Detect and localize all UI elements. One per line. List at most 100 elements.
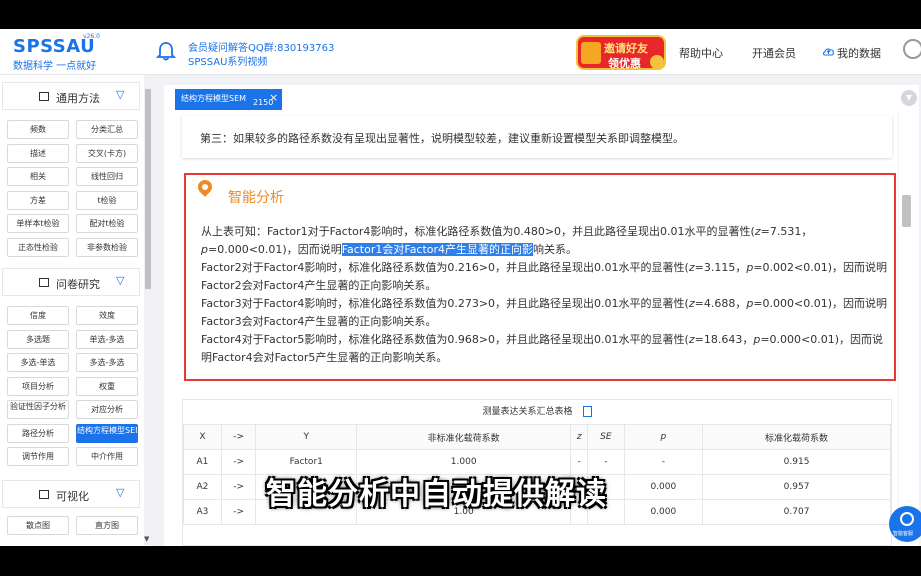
help-label: 智能客服 xyxy=(893,531,914,537)
analysis-paragraph-2: Factor2对于Factor4影响时，标准化路径系数值为0.216>0，并且此… xyxy=(201,261,888,292)
main-scrollbar[interactable] xyxy=(899,113,919,546)
table-cell: A1 xyxy=(183,449,222,475)
cloud-icon xyxy=(823,48,834,56)
sidebar-item-general-8[interactable]: 单样本t检验 xyxy=(7,214,69,233)
column-header: SE xyxy=(587,424,625,450)
sidebar-item-general-2[interactable]: 描述 xyxy=(7,143,69,163)
sidebar-item-questionnaire-6[interactable]: 项目分析 xyxy=(7,376,69,396)
bell-icon[interactable] xyxy=(155,40,177,62)
sidebar-item-questionnaire-5[interactable]: 多选-多选 xyxy=(76,353,138,372)
column-header: Y xyxy=(255,424,358,450)
sidebar-item-questionnaire-3[interactable]: 单选-多选 xyxy=(76,329,138,349)
table-cell: 0.707 xyxy=(702,499,891,525)
sidebar-item-general-4[interactable]: 相关 xyxy=(7,167,69,186)
copy-table-icon[interactable] xyxy=(582,406,592,417)
table-header-row: X -> Y 非标准化载荷系数 z SE p 标准化载荷系数 xyxy=(183,424,891,450)
video-caption: 智能分析中自动提供解读 xyxy=(266,477,607,512)
table-cell: -> xyxy=(220,474,257,500)
promo-line-2: 领优惠 xyxy=(608,57,641,70)
section-title: 可视化 xyxy=(56,490,89,503)
tab-label: 结构方程模型SEM xyxy=(181,94,247,103)
table-cell: - xyxy=(623,449,704,475)
sidebar-item-questionnaire-4[interactable]: 多选-单选 xyxy=(7,353,69,372)
analysis-body: 从上表可知：Factor1对于Factor4影响时，标准化路径系数值为0.480… xyxy=(201,223,889,367)
chevron-down-icon: ▽ xyxy=(116,486,125,499)
sidebar-item-general-6[interactable]: 方差 xyxy=(7,190,69,210)
sidebar-item-questionnaire-7[interactable]: 权重 xyxy=(76,376,138,396)
table-cell: -> xyxy=(220,449,257,475)
nav-help-center[interactable]: 帮助中心 xyxy=(679,45,723,61)
qq-group-link[interactable]: 会员疑问解答QQ群:830193763 xyxy=(188,39,334,54)
column-header: 非标准化载荷系数 xyxy=(356,424,572,450)
analysis-paragraph-1: 从上表可知：Factor1对于Factor4影响时，标准化路径系数值为0.480… xyxy=(201,225,813,256)
document-icon xyxy=(39,278,49,287)
column-header: X xyxy=(183,424,222,450)
smart-analysis-panel: 智能分析 从上表可知：Factor1对于Factor4影响时，标准化路径系数值为… xyxy=(184,173,896,381)
gift-icon xyxy=(581,42,601,64)
sidebar-item-visual-1[interactable]: 直方图 xyxy=(76,516,138,535)
sidebar-item-questionnaire-8[interactable]: 验证性因子分析 xyxy=(7,400,69,419)
table-title: 测量表达关系汇总表格 xyxy=(183,400,891,424)
avatar[interactable] xyxy=(903,39,921,59)
logo-subtitle: 数据科学 一点就好 xyxy=(13,61,97,72)
sidebar-item-questionnaire-0[interactable]: 信度 xyxy=(7,306,69,325)
folder-icon xyxy=(39,92,49,101)
table-cell: 0.000 xyxy=(623,499,704,525)
table-cell: A3 xyxy=(183,499,222,525)
section-questionnaire[interactable]: 问卷研究 ▽ xyxy=(2,268,140,296)
nav-membership[interactable]: 开通会员 xyxy=(752,45,796,61)
column-header: 标准化载荷系数 xyxy=(702,424,891,450)
sidebar-item-questionnaire-10[interactable]: 路径分析 xyxy=(7,423,69,443)
section-general-methods[interactable]: 通用方法 ▽ xyxy=(2,82,140,110)
sidebar-item-general-11[interactable]: 非参数检验 xyxy=(76,237,138,257)
headset-icon xyxy=(900,512,914,526)
sidebar-item-questionnaire-9[interactable]: 对应分析 xyxy=(76,400,138,419)
sidebar-item-general-5[interactable]: 线性回归 xyxy=(76,167,138,186)
note-text: 第三：如果较多的路径系数没有呈现出显著性，说明模型较差，建议重新设置模型关系即调… xyxy=(200,132,684,145)
help-chat-button[interactable]: 智能客服 xyxy=(889,506,921,542)
sidebar-item-general-0[interactable]: 频数 xyxy=(7,120,69,139)
scrollbar-thumb[interactable] xyxy=(902,195,911,227)
table-cell: 0.000 xyxy=(623,474,704,500)
sidebar-item-general-7[interactable]: t检验 xyxy=(76,190,138,210)
tab-badge: 2150 xyxy=(253,98,274,107)
sidebar-item-questionnaire-2[interactable]: 多选题 xyxy=(7,329,69,349)
sidebar-item-questionnaire-12[interactable]: 调节作用 xyxy=(7,447,69,466)
model-note: 第三：如果较多的路径系数没有呈现出显著性，说明模型较差，建议重新设置模型关系即调… xyxy=(182,116,892,158)
sidebar-scrollbar[interactable]: ▼ xyxy=(144,75,152,545)
column-header: -> xyxy=(220,424,257,450)
section-visualization[interactable]: 可视化 ▽ xyxy=(2,480,140,508)
collapse-icon[interactable]: ▼ xyxy=(901,90,917,106)
sidebar-item-questionnaire-13[interactable]: 中介作用 xyxy=(76,447,138,466)
promo-line-1: 邀请好友 xyxy=(604,42,648,55)
chevron-down-icon: ▽ xyxy=(116,274,125,287)
sidebar-item-general-3[interactable]: 交叉(卡方) xyxy=(76,143,138,163)
table-cell: 0.915 xyxy=(702,449,891,475)
sidebar-item-general-10[interactable]: 正态性检验 xyxy=(7,237,69,257)
nav-my-data[interactable]: 我的数据 xyxy=(837,45,881,61)
sidebar-item-questionnaire-1[interactable]: 效度 xyxy=(76,306,138,325)
sidebar-item-general-1[interactable]: 分类汇总 xyxy=(76,120,138,139)
logo-version: v26.0 xyxy=(83,33,100,40)
sidebar-item-questionnaire-11[interactable]: 结构方程模型SEM xyxy=(76,423,138,443)
section-title: 通用方法 xyxy=(56,92,100,105)
chevron-down-icon: ▽ xyxy=(116,88,125,101)
scrollbar-thumb[interactable] xyxy=(145,89,151,289)
pin-dot xyxy=(202,184,208,190)
selected-text[interactable]: Factor1会对Factor4产生显著的正向影 xyxy=(341,243,534,256)
sidebar-item-general-9[interactable]: 配对t检验 xyxy=(76,214,138,233)
scroll-down-icon[interactable]: ▼ xyxy=(144,535,149,543)
top-bar: SPSSAU v26.0 数据科学 一点就好 会员疑问解答QQ群:8301937… xyxy=(0,29,921,75)
table-cell: A2 xyxy=(183,474,222,500)
column-header: z xyxy=(570,424,589,450)
sidebar-item-visual-0[interactable]: 散点图 xyxy=(7,516,69,535)
tab-bar: 结构方程模型SEM × 2150 ▼ xyxy=(164,85,919,113)
analysis-paragraph-4: Factor4对于Factor5影响时，标准化路径系数值为0.968>0，并且此… xyxy=(201,333,884,364)
chart-icon xyxy=(39,490,49,499)
video-link[interactable]: SPSSAU系列视频 xyxy=(188,53,267,68)
section-title: 问卷研究 xyxy=(56,278,100,291)
analysis-title: 智能分析 xyxy=(228,190,284,206)
sidebar: 通用方法 ▽ 频数 分类汇总 描述 交叉(卡方) 相关 线性回归 方差 t检验 单样本t检验 配对… xyxy=(0,75,152,546)
analysis-paragraph-3: Factor3对于Factor4影响时，标准化路径系数值为0.273>0，并且此… xyxy=(201,297,888,328)
invite-promo-button[interactable]: 邀请好友 领优惠 xyxy=(576,35,666,70)
